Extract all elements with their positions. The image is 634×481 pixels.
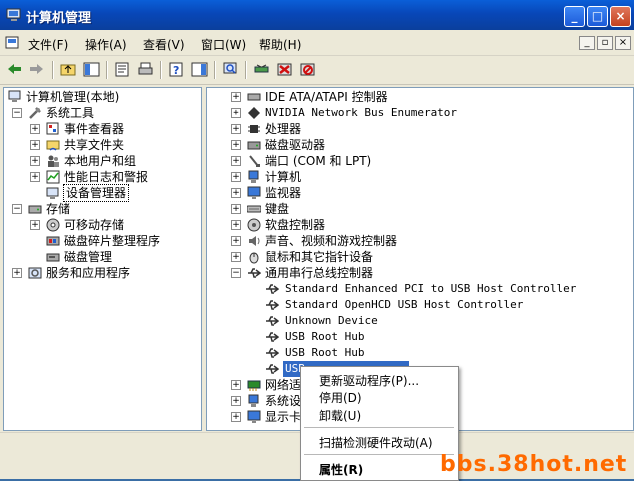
usb-icon (266, 348, 279, 358)
port-icon (249, 155, 260, 167)
context-scan-hardware[interactable]: 扫描检测硬件改动(A) (319, 434, 433, 451)
usb-icon (266, 316, 279, 326)
svg-text:?: ? (173, 64, 179, 77)
collapse-toggle[interactable]: − (12, 204, 22, 214)
toolbar: ? (0, 56, 634, 85)
computer-management-icon (8, 90, 21, 102)
device-manager-icon (46, 187, 59, 199)
expand-toggle[interactable]: + (30, 220, 40, 230)
services-icon (28, 267, 42, 279)
menu-window[interactable]: 窗口(W) (201, 36, 246, 53)
expand-toggle[interactable]: + (231, 236, 241, 246)
watermark: bbs.38hot.net (440, 452, 628, 477)
expand-toggle[interactable]: + (231, 396, 241, 406)
menu-help[interactable]: 帮助(H) (259, 36, 301, 53)
context-properties[interactable]: 属性(R) (319, 461, 363, 478)
minimize-button[interactable]: _ (564, 6, 585, 27)
menu-bar: 文件(F) 操作(A) 查看(V) 窗口(W) 帮助(H) _ ▫ × (0, 31, 634, 56)
collapse-toggle[interactable]: − (231, 268, 241, 278)
computer-icon (248, 170, 259, 183)
processor-icon (248, 125, 260, 133)
system-device-icon (248, 394, 259, 407)
context-separator (304, 454, 454, 455)
expand-toggle[interactable]: + (231, 252, 241, 262)
ide-controller-icon (247, 93, 261, 101)
speaker-icon (249, 236, 260, 246)
expand-toggle[interactable]: + (231, 92, 241, 102)
scan-hardware-icon[interactable] (222, 61, 239, 78)
usb-icon (266, 284, 279, 294)
keyboard-icon (247, 205, 261, 213)
close-button[interactable]: × (610, 6, 631, 27)
maximize-button[interactable]: □ (587, 6, 608, 27)
up-folder-icon[interactable] (60, 61, 77, 78)
help-icon[interactable]: ? (168, 61, 185, 78)
expand-toggle[interactable]: + (231, 124, 241, 134)
shared-folder-icon (46, 140, 60, 151)
back-arrow-icon[interactable] (6, 61, 23, 78)
expand-toggle[interactable]: + (231, 140, 241, 150)
expand-toggle[interactable]: + (231, 188, 241, 198)
defrag-icon (46, 236, 60, 246)
uninstall-icon[interactable] (276, 61, 293, 78)
expand-toggle[interactable]: + (30, 172, 40, 182)
expand-toggle[interactable]: + (231, 204, 241, 214)
context-update-driver[interactable]: 更新驱动程序(P)... (319, 372, 419, 389)
mdi-minimize-button[interactable]: _ (579, 36, 595, 50)
users-icon (48, 155, 59, 167)
context-separator (304, 427, 454, 428)
title-bar[interactable]: 计算机管理 _ □ × (0, 0, 634, 30)
usb-icon (266, 364, 279, 374)
window-title: 计算机管理 (26, 11, 92, 26)
expand-toggle[interactable]: + (30, 156, 40, 166)
expand-toggle[interactable]: + (231, 156, 241, 166)
storage-icon (28, 205, 42, 214)
print-icon[interactable] (137, 61, 154, 78)
mdi-close-button[interactable]: × (615, 36, 631, 50)
display-adapter-icon (247, 410, 261, 423)
disable-icon[interactable] (299, 61, 316, 78)
performance-icon (46, 170, 60, 184)
usb-icon (248, 268, 261, 278)
document-icon[interactable] (5, 36, 20, 50)
collapse-toggle[interactable]: − (12, 108, 22, 118)
network-bus-icon (248, 107, 260, 119)
context-uninstall[interactable]: 卸载(U) (319, 407, 361, 424)
event-viewer-icon (46, 122, 59, 135)
floppy-controller-icon (247, 218, 261, 232)
expand-toggle[interactable]: + (231, 380, 241, 390)
disk-drive-icon (247, 141, 261, 150)
expand-toggle[interactable]: + (231, 412, 241, 422)
expand-toggle[interactable]: + (231, 172, 241, 182)
expand-toggle[interactable]: + (231, 108, 241, 118)
mdi-restore-button[interactable]: ▫ (597, 36, 613, 50)
expand-toggle[interactable]: + (231, 220, 241, 230)
computer-management-icon (6, 8, 21, 21)
console-tree-pane[interactable]: 计算机管理(本地) − 系统工具 + 事件查看器 + 共享文件夹 + 本地用户和… (3, 87, 202, 431)
expand-toggle[interactable]: + (30, 140, 40, 150)
show-hide-action-pane-icon[interactable] (191, 61, 208, 78)
context-disable[interactable]: 停用(D) (319, 389, 362, 406)
context-menu: 更新驱动程序(P)... 停用(D) 卸载(U) 扫描检测硬件改动(A) 属性(… (300, 366, 459, 481)
disk-management-icon (46, 253, 60, 262)
usb-icon (266, 332, 279, 342)
monitor-icon (247, 186, 261, 199)
properties-icon[interactable] (114, 61, 131, 78)
expand-toggle[interactable]: + (12, 268, 22, 278)
menu-view[interactable]: 查看(V) (143, 36, 185, 53)
menu-file[interactable]: 文件(F) (28, 36, 68, 53)
mouse-icon (249, 252, 259, 264)
network-adapter-icon (247, 380, 261, 391)
show-hide-tree-icon[interactable] (83, 61, 100, 78)
menu-action[interactable]: 操作(A) (85, 36, 127, 53)
forward-arrow-icon[interactable] (28, 61, 45, 78)
removable-storage-icon (46, 218, 60, 232)
update-driver-icon[interactable] (253, 61, 270, 78)
usb-icon (266, 300, 279, 310)
tools-icon (29, 107, 41, 119)
expand-toggle[interactable]: + (30, 124, 40, 134)
